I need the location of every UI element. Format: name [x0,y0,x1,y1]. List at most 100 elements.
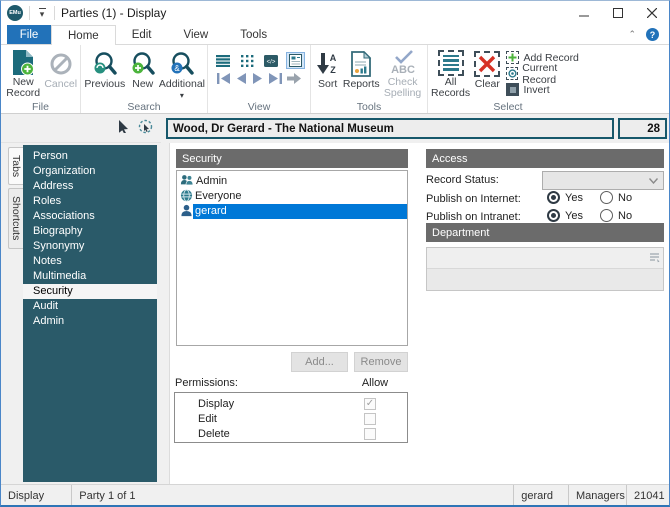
sidebar-item-security[interactable]: Security [23,284,157,299]
select-current-record-button[interactable]: Current Record [506,67,586,81]
sidebar-item-audit[interactable]: Audit [23,299,157,314]
add-record-icon [506,51,519,64]
app-logo-icon[interactable]: EMu [7,5,23,21]
allow-display-checkbox[interactable]: ✓ [364,398,376,410]
permission-row-delete: Delete ✓ [175,426,407,441]
close-button[interactable] [635,1,669,25]
allow-delete-checkbox[interactable]: ✓ [364,428,376,440]
tab-home[interactable]: Home [51,25,116,45]
next-record-icon[interactable] [252,73,263,87]
additional-search-icon: & [168,49,195,79]
select-all-records-button[interactable]: All Records [430,47,471,100]
sidebar-tab-list: Person Organization Address Roles Associ… [23,145,157,482]
app-window: EMu ▾ Parties (1) - Display File Home Ed… [0,0,670,507]
sidebar-item-admin[interactable]: Admin [23,314,157,329]
security-entry-name: gerard [193,204,407,219]
department-field[interactable] [426,247,664,291]
publish-internet-no-radio[interactable] [600,191,613,204]
check-spelling-icon: ABC [388,49,418,77]
publish-intranet-yes[interactable]: Yes [547,209,583,222]
no-label: No [618,192,632,204]
sidebar-item-address[interactable]: Address [23,179,157,194]
maximize-button[interactable] [601,1,635,25]
new-search-button[interactable]: New [127,47,159,100]
sidebar-item-biography[interactable]: Biography [23,224,157,239]
page-view-icon[interactable] [286,52,305,69]
chevron-down-icon [649,175,658,187]
reports-label: Reports [343,79,380,91]
publish-internet-yes-radio[interactable] [547,191,560,204]
sidebar-item-roles[interactable]: Roles [23,194,157,209]
permission-row-display: Display ✓ [175,396,407,411]
select-region-icon[interactable] [138,119,153,137]
sidebar-item-associations[interactable]: Associations [23,209,157,224]
titlebar-separator [29,6,30,20]
pointer-tool-icon[interactable] [118,120,130,136]
reports-button[interactable]: Reports [342,47,380,100]
help-icon[interactable]: ? [646,28,659,41]
tab-view[interactable]: View [168,25,225,44]
current-record-icon [506,67,518,80]
ribbon-group-tools: A Z Sort [311,45,428,113]
new-record-button[interactable]: New Record [3,47,43,100]
tab-edit[interactable]: Edit [116,25,168,44]
sidebar-item-multimedia[interactable]: Multimedia [23,269,157,284]
publish-intranet-no[interactable]: No [600,209,632,222]
sort-icon: A Z [317,49,339,79]
collapse-ribbon-icon[interactable]: ⌃ [628,29,636,40]
clear-selection-button[interactable]: Clear [471,47,503,100]
grid-view-icon[interactable] [238,52,257,69]
remove-group-button[interactable]: Remove [354,352,408,372]
security-entry-admin[interactable]: Admin [177,174,407,189]
tab-shortcuts[interactable]: Shortcuts [8,188,23,248]
svg-text:A: A [329,53,336,63]
tab-file[interactable]: File [7,25,51,44]
new-search-icon [129,49,156,79]
minimize-button[interactable] [567,1,601,25]
publish-internet-no[interactable]: No [600,191,632,204]
allow-edit-checkbox[interactable]: ✓ [364,413,376,425]
select-invert-button[interactable]: Invert [506,83,586,97]
security-group-list[interactable]: Admin Everyone [176,170,408,346]
sidebar-item-synonymy[interactable]: Synonymy [23,239,157,254]
allow-column-header: Allow [358,377,392,389]
additional-label: Additional [159,79,205,91]
department-panel-header: Department [426,223,664,242]
sidebar-item-organization[interactable]: Organization [23,164,157,179]
ribbon: New Record Cancel File [1,45,669,114]
security-entry-everyone[interactable]: Everyone [177,189,407,204]
window-controls [567,1,669,25]
quick-access-dropdown-icon[interactable]: ▾ [36,8,48,19]
ribbon-group-view: </> View [208,45,311,113]
publish-intranet-no-radio[interactable] [600,209,613,222]
list-view-icon[interactable] [214,52,233,69]
cancel-button[interactable]: Cancel [43,47,78,100]
new-search-label: New [132,79,153,91]
previous-search-button[interactable]: Previous [83,47,127,100]
expand-lines-icon[interactable] [649,252,660,266]
code-view-icon[interactable]: </> [262,52,281,69]
tab-tabs[interactable]: Tabs [8,147,23,185]
tab-tools[interactable]: Tools [224,25,283,44]
sidebar-splitter[interactable] [159,143,169,484]
status-user: gerard [514,485,569,506]
additional-search-button[interactable]: & Additional ▾ [159,47,205,100]
permission-name: Edit [198,413,364,425]
sidebar-item-notes[interactable]: Notes [23,254,157,269]
clear-selection-icon [474,49,500,79]
publish-internet-yes[interactable]: Yes [547,191,583,204]
security-entry-gerard[interactable]: gerard [177,204,407,219]
last-record-icon[interactable] [268,73,282,87]
yes-label: Yes [565,192,583,204]
first-record-icon[interactable] [217,73,231,87]
publish-intranet-yes-radio[interactable] [547,209,560,222]
access-panel-header: Access [426,149,664,168]
add-group-button[interactable]: Add... [291,352,348,372]
check-spelling-button[interactable]: ABC Check Spelling [380,47,425,100]
record-status-dropdown[interactable] [542,171,664,190]
no-label: No [618,210,632,222]
goto-record-icon[interactable] [287,73,301,87]
sidebar-item-person[interactable]: Person [23,149,157,164]
previous-record-icon[interactable] [236,73,247,87]
sort-button[interactable]: A Z Sort [313,47,342,100]
